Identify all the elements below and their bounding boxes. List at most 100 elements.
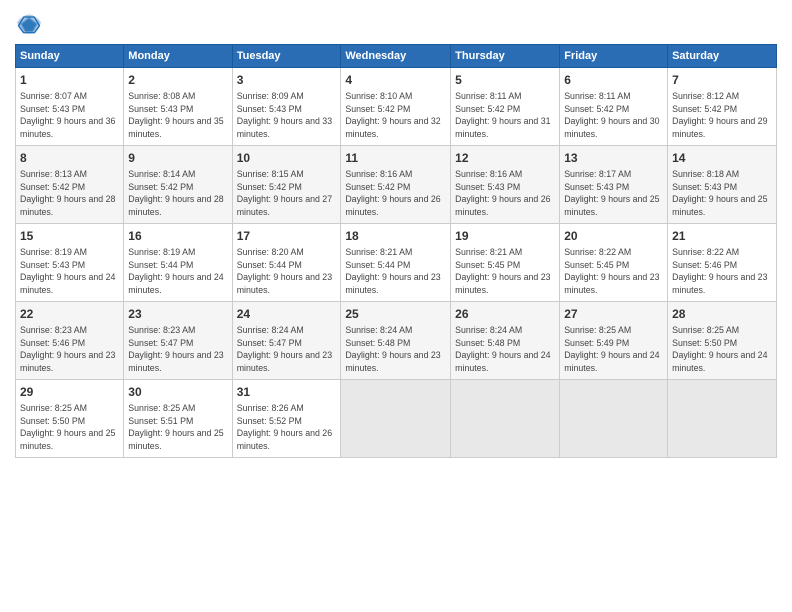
day-number: 25 xyxy=(345,306,446,323)
calendar-cell: 16Sunrise: 8:19 AM Sunset: 5:44 PM Dayli… xyxy=(124,224,232,302)
day-number: 7 xyxy=(672,72,772,89)
day-info: Sunrise: 8:08 AM Sunset: 5:43 PM Dayligh… xyxy=(128,90,227,141)
day-info: Sunrise: 8:11 AM Sunset: 5:42 PM Dayligh… xyxy=(564,90,663,141)
calendar-cell: 20Sunrise: 8:22 AM Sunset: 5:45 PM Dayli… xyxy=(560,224,668,302)
day-info: Sunrise: 8:21 AM Sunset: 5:45 PM Dayligh… xyxy=(455,246,555,297)
col-header-monday: Monday xyxy=(124,45,232,68)
day-number: 21 xyxy=(672,228,772,245)
calendar-cell: 25Sunrise: 8:24 AM Sunset: 5:48 PM Dayli… xyxy=(341,302,451,380)
calendar-cell xyxy=(560,380,668,458)
calendar-cell: 31Sunrise: 8:26 AM Sunset: 5:52 PM Dayli… xyxy=(232,380,341,458)
day-info: Sunrise: 8:21 AM Sunset: 5:44 PM Dayligh… xyxy=(345,246,446,297)
calendar-cell: 3Sunrise: 8:09 AM Sunset: 5:43 PM Daylig… xyxy=(232,68,341,146)
calendar-week-row: 29Sunrise: 8:25 AM Sunset: 5:50 PM Dayli… xyxy=(16,380,777,458)
calendar-week-row: 8Sunrise: 8:13 AM Sunset: 5:42 PM Daylig… xyxy=(16,146,777,224)
day-info: Sunrise: 8:18 AM Sunset: 5:43 PM Dayligh… xyxy=(672,168,772,219)
calendar-cell: 22Sunrise: 8:23 AM Sunset: 5:46 PM Dayli… xyxy=(16,302,124,380)
calendar-cell: 14Sunrise: 8:18 AM Sunset: 5:43 PM Dayli… xyxy=(668,146,777,224)
calendar-cell: 2Sunrise: 8:08 AM Sunset: 5:43 PM Daylig… xyxy=(124,68,232,146)
day-info: Sunrise: 8:20 AM Sunset: 5:44 PM Dayligh… xyxy=(237,246,337,297)
calendar-cell: 13Sunrise: 8:17 AM Sunset: 5:43 PM Dayli… xyxy=(560,146,668,224)
col-header-wednesday: Wednesday xyxy=(341,45,451,68)
day-number: 31 xyxy=(237,384,337,401)
day-number: 29 xyxy=(20,384,119,401)
day-info: Sunrise: 8:12 AM Sunset: 5:42 PM Dayligh… xyxy=(672,90,772,141)
calendar-cell: 29Sunrise: 8:25 AM Sunset: 5:50 PM Dayli… xyxy=(16,380,124,458)
day-number: 13 xyxy=(564,150,663,167)
day-number: 17 xyxy=(237,228,337,245)
calendar-cell: 4Sunrise: 8:10 AM Sunset: 5:42 PM Daylig… xyxy=(341,68,451,146)
day-info: Sunrise: 8:22 AM Sunset: 5:45 PM Dayligh… xyxy=(564,246,663,297)
day-number: 10 xyxy=(237,150,337,167)
day-info: Sunrise: 8:23 AM Sunset: 5:47 PM Dayligh… xyxy=(128,324,227,375)
calendar-cell: 28Sunrise: 8:25 AM Sunset: 5:50 PM Dayli… xyxy=(668,302,777,380)
calendar-cell: 15Sunrise: 8:19 AM Sunset: 5:43 PM Dayli… xyxy=(16,224,124,302)
day-info: Sunrise: 8:09 AM Sunset: 5:43 PM Dayligh… xyxy=(237,90,337,141)
calendar-cell: 7Sunrise: 8:12 AM Sunset: 5:42 PM Daylig… xyxy=(668,68,777,146)
calendar-cell: 5Sunrise: 8:11 AM Sunset: 5:42 PM Daylig… xyxy=(451,68,560,146)
day-number: 22 xyxy=(20,306,119,323)
day-number: 9 xyxy=(128,150,227,167)
calendar-cell: 27Sunrise: 8:25 AM Sunset: 5:49 PM Dayli… xyxy=(560,302,668,380)
col-header-friday: Friday xyxy=(560,45,668,68)
calendar-cell: 1Sunrise: 8:07 AM Sunset: 5:43 PM Daylig… xyxy=(16,68,124,146)
day-info: Sunrise: 8:25 AM Sunset: 5:49 PM Dayligh… xyxy=(564,324,663,375)
day-number: 12 xyxy=(455,150,555,167)
calendar-cell xyxy=(451,380,560,458)
col-header-saturday: Saturday xyxy=(668,45,777,68)
day-number: 3 xyxy=(237,72,337,89)
calendar-cell: 24Sunrise: 8:24 AM Sunset: 5:47 PM Dayli… xyxy=(232,302,341,380)
day-number: 18 xyxy=(345,228,446,245)
calendar-cell: 12Sunrise: 8:16 AM Sunset: 5:43 PM Dayli… xyxy=(451,146,560,224)
day-info: Sunrise: 8:14 AM Sunset: 5:42 PM Dayligh… xyxy=(128,168,227,219)
calendar-cell: 30Sunrise: 8:25 AM Sunset: 5:51 PM Dayli… xyxy=(124,380,232,458)
day-info: Sunrise: 8:22 AM Sunset: 5:46 PM Dayligh… xyxy=(672,246,772,297)
calendar-week-row: 22Sunrise: 8:23 AM Sunset: 5:46 PM Dayli… xyxy=(16,302,777,380)
calendar-cell: 9Sunrise: 8:14 AM Sunset: 5:42 PM Daylig… xyxy=(124,146,232,224)
day-number: 15 xyxy=(20,228,119,245)
calendar-cell: 26Sunrise: 8:24 AM Sunset: 5:48 PM Dayli… xyxy=(451,302,560,380)
calendar-week-row: 1Sunrise: 8:07 AM Sunset: 5:43 PM Daylig… xyxy=(16,68,777,146)
calendar-cell xyxy=(341,380,451,458)
day-number: 1 xyxy=(20,72,119,89)
calendar-cell: 8Sunrise: 8:13 AM Sunset: 5:42 PM Daylig… xyxy=(16,146,124,224)
day-number: 4 xyxy=(345,72,446,89)
day-number: 11 xyxy=(345,150,446,167)
day-info: Sunrise: 8:25 AM Sunset: 5:51 PM Dayligh… xyxy=(128,402,227,453)
day-number: 30 xyxy=(128,384,227,401)
calendar-header-row: SundayMondayTuesdayWednesdayThursdayFrid… xyxy=(16,45,777,68)
day-info: Sunrise: 8:24 AM Sunset: 5:47 PM Dayligh… xyxy=(237,324,337,375)
page: SundayMondayTuesdayWednesdayThursdayFrid… xyxy=(0,0,792,612)
calendar-cell: 17Sunrise: 8:20 AM Sunset: 5:44 PM Dayli… xyxy=(232,224,341,302)
day-number: 2 xyxy=(128,72,227,89)
logo xyxy=(15,10,47,38)
logo-icon xyxy=(15,10,43,38)
day-number: 27 xyxy=(564,306,663,323)
day-number: 24 xyxy=(237,306,337,323)
day-info: Sunrise: 8:24 AM Sunset: 5:48 PM Dayligh… xyxy=(345,324,446,375)
day-info: Sunrise: 8:25 AM Sunset: 5:50 PM Dayligh… xyxy=(20,402,119,453)
day-number: 14 xyxy=(672,150,772,167)
day-info: Sunrise: 8:10 AM Sunset: 5:42 PM Dayligh… xyxy=(345,90,446,141)
day-info: Sunrise: 8:16 AM Sunset: 5:43 PM Dayligh… xyxy=(455,168,555,219)
calendar-cell: 11Sunrise: 8:16 AM Sunset: 5:42 PM Dayli… xyxy=(341,146,451,224)
day-info: Sunrise: 8:11 AM Sunset: 5:42 PM Dayligh… xyxy=(455,90,555,141)
day-info: Sunrise: 8:23 AM Sunset: 5:46 PM Dayligh… xyxy=(20,324,119,375)
day-number: 5 xyxy=(455,72,555,89)
day-info: Sunrise: 8:19 AM Sunset: 5:44 PM Dayligh… xyxy=(128,246,227,297)
calendar-table: SundayMondayTuesdayWednesdayThursdayFrid… xyxy=(15,44,777,458)
day-number: 28 xyxy=(672,306,772,323)
day-info: Sunrise: 8:17 AM Sunset: 5:43 PM Dayligh… xyxy=(564,168,663,219)
day-number: 16 xyxy=(128,228,227,245)
calendar-cell: 6Sunrise: 8:11 AM Sunset: 5:42 PM Daylig… xyxy=(560,68,668,146)
day-info: Sunrise: 8:26 AM Sunset: 5:52 PM Dayligh… xyxy=(237,402,337,453)
day-number: 26 xyxy=(455,306,555,323)
col-header-thursday: Thursday xyxy=(451,45,560,68)
col-header-sunday: Sunday xyxy=(16,45,124,68)
day-info: Sunrise: 8:15 AM Sunset: 5:42 PM Dayligh… xyxy=(237,168,337,219)
day-info: Sunrise: 8:16 AM Sunset: 5:42 PM Dayligh… xyxy=(345,168,446,219)
day-info: Sunrise: 8:19 AM Sunset: 5:43 PM Dayligh… xyxy=(20,246,119,297)
day-info: Sunrise: 8:24 AM Sunset: 5:48 PM Dayligh… xyxy=(455,324,555,375)
calendar-week-row: 15Sunrise: 8:19 AM Sunset: 5:43 PM Dayli… xyxy=(16,224,777,302)
day-number: 23 xyxy=(128,306,227,323)
